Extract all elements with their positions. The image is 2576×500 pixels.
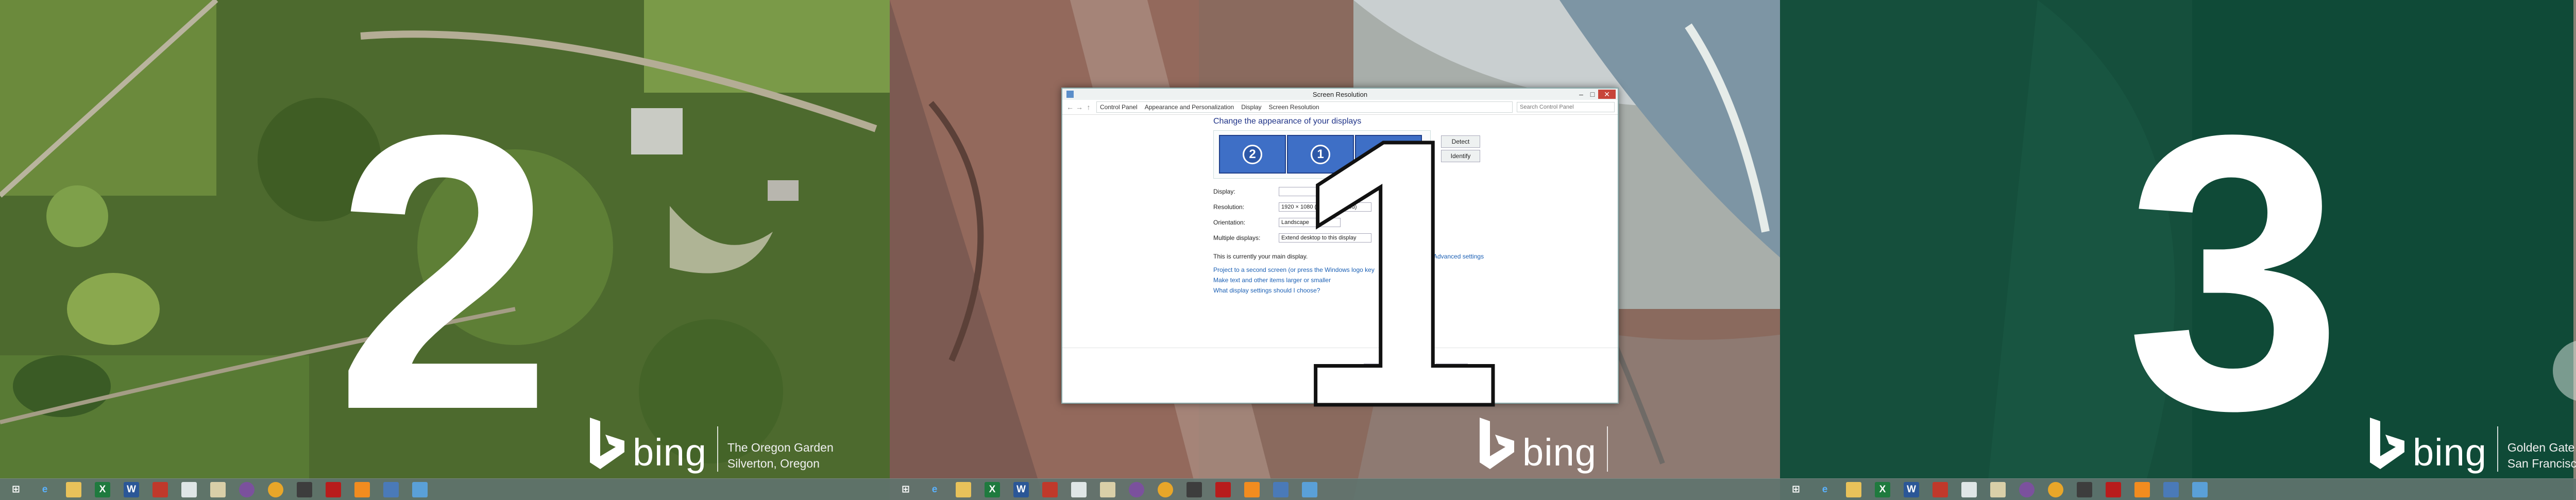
outlook-icon[interactable] <box>1933 481 1948 497</box>
acrobat-icon[interactable] <box>326 481 341 497</box>
remote-desktop-icon[interactable] <box>383 481 399 497</box>
display-label: Display: <box>1213 188 1235 195</box>
chrome-icon[interactable] <box>1158 481 1173 497</box>
taskbar: ⊞ e X W <box>0 478 890 500</box>
viber-icon[interactable] <box>239 481 255 497</box>
taskbar: ⊞ e X W <box>1780 478 2576 500</box>
remote-desktop-icon[interactable] <box>1273 481 1289 497</box>
up-arrow-icon[interactable]: ↑ <box>1084 103 1093 111</box>
calculator-icon[interactable] <box>1187 481 1202 497</box>
forward-arrow-icon[interactable]: → <box>1075 103 1084 111</box>
word-icon[interactable]: W <box>124 481 139 497</box>
bing-logo-text: bing <box>2413 431 2487 474</box>
search-input[interactable] <box>1517 102 1615 112</box>
chrome-icon[interactable] <box>268 481 283 497</box>
bing-divider <box>2497 426 2498 472</box>
wallpaper-caption: The Oregon Garden Silverton, Oregon <box>727 440 834 472</box>
monitor-center: Screen Resolution – □ ✕ ← → ↑ Control Pa… <box>890 0 1780 500</box>
notepad-icon[interactable] <box>1961 481 1977 497</box>
resolution-label: Resolution: <box>1213 203 1245 211</box>
file-explorer-icon[interactable] <box>956 481 971 497</box>
remote-desktop-icon[interactable] <box>2163 481 2179 497</box>
back-arrow-icon[interactable]: ← <box>1065 103 1075 111</box>
file-explorer-icon[interactable] <box>1846 481 1861 497</box>
wallpaper-location: Silverton, Oregon <box>727 457 820 470</box>
word-icon[interactable]: W <box>1904 481 1919 497</box>
breadcrumb-control-panel[interactable]: Control Panel <box>1100 104 1138 111</box>
monitor-identify-number: 3 <box>2125 54 2343 491</box>
calculator-icon[interactable] <box>297 481 312 497</box>
wallpaper-caption: Golden Gate Bridge San Francisco, Califo… <box>2507 440 2576 472</box>
multiple-displays-label: Multiple displays: <box>1213 234 1261 242</box>
outlook-icon[interactable] <box>1042 481 1058 497</box>
acrobat-icon[interactable] <box>2106 481 2121 497</box>
word-icon[interactable]: W <box>1013 481 1029 497</box>
bing-logo-icon <box>2370 418 2404 469</box>
bing-branding: bing Golden Gate Bridge San Francisco, C… <box>2367 415 2576 472</box>
breadcrumb-appearance[interactable]: Appearance and Personalization <box>1145 104 1234 111</box>
minimize-button[interactable]: – <box>1575 90 1587 99</box>
acrobat-icon[interactable] <box>1215 481 1231 497</box>
control-panel-icon <box>1066 91 1074 98</box>
display-settings-icon[interactable] <box>412 481 428 497</box>
viber-icon[interactable] <box>2019 481 2035 497</box>
windows-start-icon[interactable]: ⊞ <box>1788 482 1804 497</box>
file-explorer-icon[interactable] <box>66 481 81 497</box>
wallpaper-title: Golden Gate Bridge <box>2507 441 2576 454</box>
vlc-icon[interactable] <box>354 481 370 497</box>
excel-icon[interactable]: X <box>1875 481 1890 497</box>
monitor-right: 3 bing Golden Gate Bridge San Francisco,… <box>1780 0 2576 500</box>
windows-start-icon[interactable]: ⊞ <box>898 482 913 497</box>
display-tile-2[interactable]: 2 <box>1219 135 1286 174</box>
viber-icon[interactable] <box>1129 481 1144 497</box>
bing-branding: bing The Oregon Garden Silverton, Oregon <box>587 415 834 472</box>
wallpaper-location: San Francisco, California <box>2507 457 2576 470</box>
bing-logo-icon <box>590 418 624 469</box>
paint-icon[interactable] <box>1990 481 2006 497</box>
excel-icon[interactable]: X <box>985 481 1000 497</box>
display-number: 2 <box>1243 144 1262 164</box>
paint-icon[interactable] <box>1100 481 1115 497</box>
notepad-icon[interactable] <box>181 481 197 497</box>
vlc-icon[interactable] <box>2134 481 2150 497</box>
breadcrumb-display[interactable]: Display <box>1241 104 1261 111</box>
window-controls: – □ ✕ <box>1575 90 1616 99</box>
excel-icon[interactable]: X <box>95 481 110 497</box>
wallpaper-title: The Oregon Garden <box>727 441 834 454</box>
internet-explorer-icon[interactable]: e <box>37 482 53 497</box>
monitor-identify-number: 2 <box>335 54 553 491</box>
monitor-left: 2 bing The Oregon Garden Silverton, Oreg… <box>0 0 890 500</box>
bing-divider <box>717 426 718 472</box>
outlook-icon[interactable] <box>152 481 168 497</box>
vlc-icon[interactable] <box>1244 481 1260 497</box>
internet-explorer-icon[interactable]: e <box>1817 482 1833 497</box>
bing-logo-text: bing <box>633 431 707 474</box>
display-settings-icon[interactable] <box>2192 481 2208 497</box>
orientation-label: Orientation: <box>1213 219 1246 226</box>
bing-logo-text: bing <box>1522 431 1597 474</box>
paint-icon[interactable] <box>210 481 226 497</box>
notepad-icon[interactable] <box>1071 481 1087 497</box>
windows-start-icon[interactable]: ⊞ <box>8 482 24 497</box>
calculator-icon[interactable] <box>2077 481 2092 497</box>
close-button[interactable]: ✕ <box>1598 90 1616 99</box>
chrome-icon[interactable] <box>2048 481 2063 497</box>
internet-explorer-icon[interactable]: e <box>927 482 942 497</box>
bing-divider <box>1606 426 1608 472</box>
maximize-button[interactable]: □ <box>1587 90 1598 99</box>
monitor-identify-number: 1 <box>1290 60 1506 486</box>
